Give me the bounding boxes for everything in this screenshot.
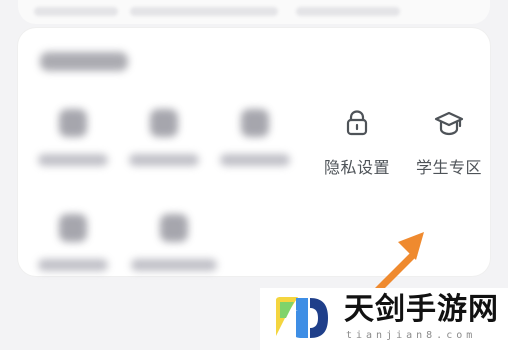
lock-icon xyxy=(340,106,374,140)
blurred-service-item[interactable] xyxy=(38,211,108,271)
blurred-service-label xyxy=(38,154,108,166)
blurred-service-icon xyxy=(56,211,90,245)
blurred-section-title xyxy=(40,52,128,71)
blurred-service-icon xyxy=(147,106,181,140)
blurred-service-icon xyxy=(157,211,191,245)
top-card-edge xyxy=(18,0,490,24)
blurred-service-item[interactable] xyxy=(129,211,219,271)
student-zone-label: 学生专区 xyxy=(415,158,482,177)
site-watermark: 天剑手游网 tianjian8.com xyxy=(260,288,508,350)
blurred-service-label xyxy=(220,154,290,166)
blurred-service-item[interactable] xyxy=(220,106,290,166)
blurred-service-item[interactable] xyxy=(129,106,199,166)
graduation-cap-icon xyxy=(432,106,466,140)
blurred-service-label xyxy=(38,259,108,271)
brand-domain: tianjian8.com xyxy=(346,330,477,341)
privacy-settings-item[interactable]: 隐私设置 xyxy=(316,106,398,178)
blurred-service-label xyxy=(129,154,199,166)
blurred-top-text xyxy=(130,7,278,16)
blurred-service-icon xyxy=(56,106,90,140)
blurred-service-item[interactable] xyxy=(38,106,108,166)
privacy-settings-label: 隐私设置 xyxy=(323,158,390,177)
student-zone-item[interactable]: 学生专区 xyxy=(407,106,491,178)
brand-name: 天剑手游网 xyxy=(344,292,499,327)
tianjian-logo-icon xyxy=(276,297,328,338)
blurred-service-icon xyxy=(238,106,272,140)
blurred-service-label xyxy=(129,259,219,271)
blurred-top-text xyxy=(34,7,118,16)
blurred-top-text xyxy=(296,7,400,16)
